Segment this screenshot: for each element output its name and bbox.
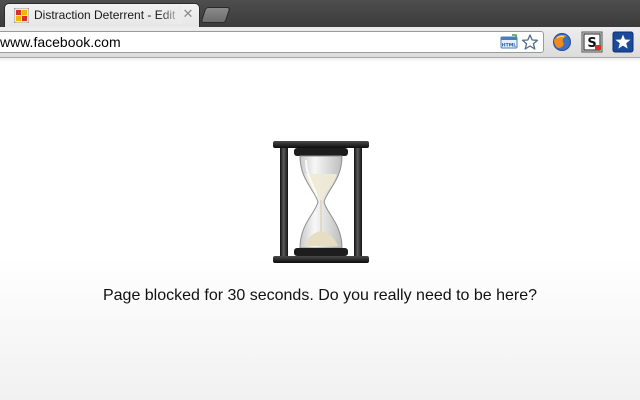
toolbar: www.facebook.com HTML S — [0, 27, 640, 58]
tab-distraction-deterrent[interactable]: Distraction Deterrent - Edit ✕ — [4, 3, 200, 27]
new-tab-button[interactable] — [200, 7, 231, 23]
distraction-deterrent-s-icon[interactable]: S — [581, 31, 603, 53]
blocked-message: Page blocked for 30 seconds. Do you real… — [102, 287, 538, 304]
browser-window: Distraction Deterrent - Edit ✕ www.faceb… — [0, 0, 640, 400]
tab-title-fade — [160, 6, 182, 24]
url-text[interactable]: www.facebook.com — [0, 34, 121, 50]
close-icon[interactable]: ✕ — [182, 7, 194, 21]
toolbar-shadow — [0, 58, 640, 62]
firefox-like-globe-icon[interactable] — [551, 31, 573, 53]
hourglass-icon — [273, 141, 369, 263]
address-bar[interactable]: www.facebook.com HTML — [0, 31, 544, 53]
tab-strip: Distraction Deterrent - Edit ✕ — [0, 0, 640, 27]
tab-favicon-icon — [14, 8, 29, 23]
tab-title: Distraction Deterrent - Edit — [34, 8, 176, 22]
star-outline-icon[interactable] — [521, 34, 539, 50]
page-content: Page blocked for 30 seconds. Do you real… — [0, 58, 640, 400]
blue-star-extension-icon[interactable] — [612, 31, 634, 53]
html-badge-icon[interactable]: HTML — [500, 34, 518, 50]
svg-text:HTML: HTML — [502, 43, 517, 49]
